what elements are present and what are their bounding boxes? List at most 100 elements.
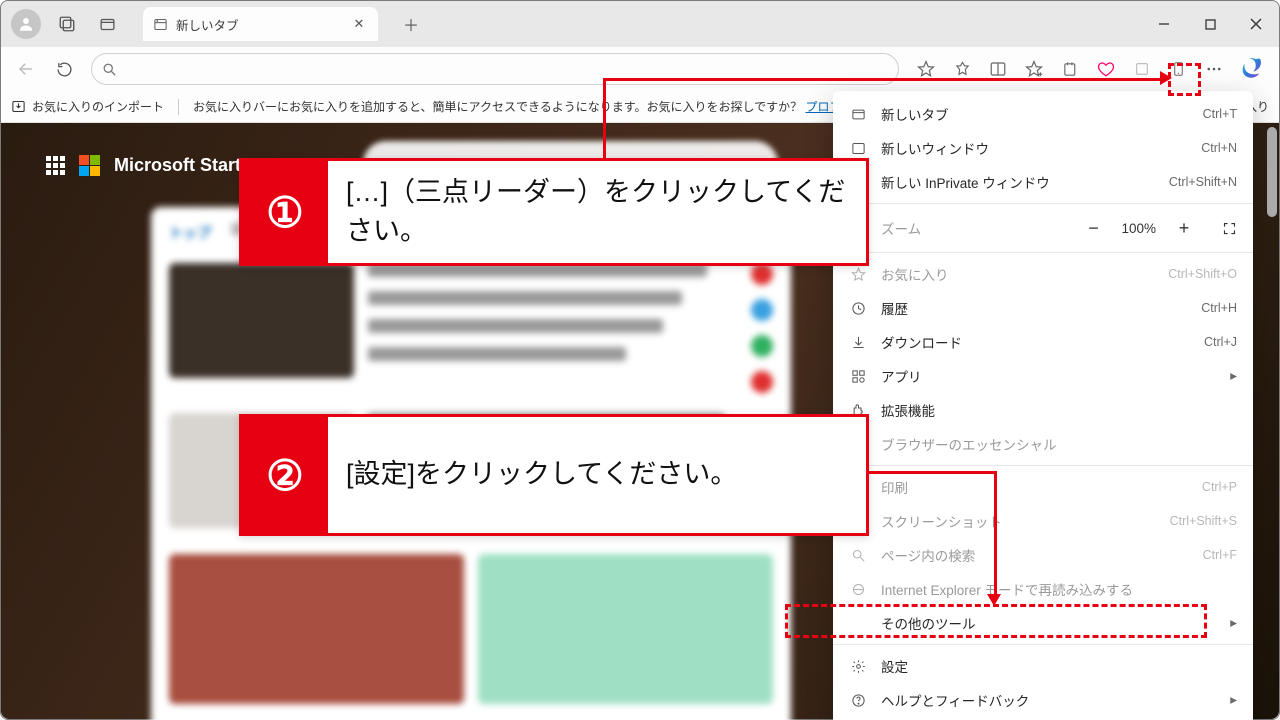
menu-label: 印刷 bbox=[881, 477, 1188, 497]
new-window-icon bbox=[849, 141, 867, 156]
tab-title: 新しいタブ bbox=[176, 15, 342, 34]
title-bar: 新しいタブ ✕ ＋ bbox=[1, 1, 1279, 47]
back-button[interactable] bbox=[9, 52, 43, 86]
fullscreen-button[interactable] bbox=[1222, 221, 1237, 236]
menu-label: Internet Explorer モードで再読み込みする bbox=[881, 579, 1237, 599]
menu-label: ページ内の検索 bbox=[881, 545, 1189, 565]
feed-card[interactable] bbox=[478, 554, 773, 704]
annotation-2: ② [設定]をクリックしてください。 bbox=[239, 414, 869, 536]
menu-shortcut: Ctrl+T bbox=[1203, 107, 1237, 121]
arrow-head-icon bbox=[1160, 71, 1172, 85]
menu-label: ダウンロード bbox=[881, 332, 1190, 352]
menu-print[interactable]: 印刷 Ctrl+P bbox=[833, 470, 1253, 504]
maximize-button[interactable] bbox=[1187, 1, 1233, 47]
menu-label: ズーム bbox=[881, 218, 1069, 238]
microsoft-start-header: Microsoft Start bbox=[46, 145, 241, 185]
submenu-arrow-icon: ▸ bbox=[1230, 692, 1237, 708]
menu-screenshot[interactable]: スクリーンショット Ctrl+Shift+S bbox=[833, 504, 1253, 538]
menu-shortcut: Ctrl+F bbox=[1203, 548, 1237, 562]
menu-shortcut: Ctrl+H bbox=[1201, 301, 1237, 315]
close-window-button[interactable] bbox=[1233, 1, 1279, 47]
annotation-badge: ① bbox=[242, 161, 328, 263]
browser-tab[interactable]: 新しいタブ ✕ bbox=[143, 7, 378, 41]
help-icon bbox=[849, 693, 867, 708]
search-icon bbox=[102, 62, 117, 77]
app-launcher-icon[interactable] bbox=[46, 156, 65, 175]
feed-row bbox=[169, 263, 773, 393]
menu-inprivate[interactable]: 新しい InPrivate ウィンドウ Ctrl+Shift+N bbox=[833, 165, 1253, 199]
history-icon bbox=[849, 301, 867, 316]
menu-apps[interactable]: アプリ ▸ bbox=[833, 359, 1253, 393]
gear-icon bbox=[849, 659, 867, 674]
submenu-arrow-icon: ▸ bbox=[1230, 368, 1237, 384]
annotation-text: [設定]をクリックしてください。 bbox=[328, 417, 866, 533]
menu-label: ブラウザーのエッセンシャル bbox=[881, 434, 1237, 454]
menu-label: ヘルプとフィードバック bbox=[881, 690, 1216, 710]
scrollbar-thumb[interactable] bbox=[1267, 127, 1277, 217]
menu-label: スクリーンショット bbox=[881, 511, 1156, 531]
star-icon bbox=[849, 267, 867, 282]
ie-icon bbox=[849, 582, 867, 597]
annotation-connector bbox=[603, 78, 1166, 81]
import-icon bbox=[11, 99, 26, 114]
download-icon bbox=[849, 335, 867, 350]
zoom-out-button[interactable]: − bbox=[1083, 218, 1103, 239]
menu-label: 新しいタブ bbox=[881, 104, 1189, 124]
separator bbox=[178, 99, 179, 115]
annotation-connector bbox=[869, 471, 997, 474]
profile-avatar[interactable] bbox=[11, 9, 41, 39]
refresh-button[interactable] bbox=[47, 52, 81, 86]
menu-downloads[interactable]: ダウンロード Ctrl+J bbox=[833, 325, 1253, 359]
menu-label: 拡張機能 bbox=[881, 400, 1237, 420]
menu-settings[interactable]: 設定 bbox=[833, 649, 1253, 683]
submenu-arrow-icon: ▸ bbox=[1230, 615, 1237, 631]
newtab-page-icon bbox=[153, 17, 168, 32]
callout-box-more-button bbox=[1168, 63, 1201, 96]
menu-label: 履歴 bbox=[881, 298, 1187, 318]
tab-actions-icon[interactable] bbox=[93, 10, 121, 38]
menu-essentials[interactable]: ブラウザーのエッセンシャル bbox=[833, 427, 1253, 461]
apps-icon bbox=[849, 369, 867, 384]
window-controls bbox=[1141, 1, 1279, 47]
import-favorites-button[interactable]: お気に入りのインポート bbox=[11, 98, 164, 115]
menu-history[interactable]: 履歴 Ctrl+H bbox=[833, 291, 1253, 325]
find-icon bbox=[849, 548, 867, 563]
menu-shortcut: Ctrl+N bbox=[1201, 141, 1237, 155]
vertical-scrollbar[interactable] bbox=[1265, 127, 1277, 715]
annotation-badge: ② bbox=[242, 417, 328, 533]
menu-new-tab[interactable]: 新しいタブ Ctrl+T bbox=[833, 97, 1253, 131]
copilot-button[interactable] bbox=[1237, 52, 1271, 86]
menu-new-window[interactable]: 新しいウィンドウ Ctrl+N bbox=[833, 131, 1253, 165]
menu-favorites[interactable]: お気に入り Ctrl+Shift+O bbox=[833, 257, 1253, 291]
menu-find[interactable]: ページ内の検索 Ctrl+F bbox=[833, 538, 1253, 572]
new-tab-button[interactable]: ＋ bbox=[396, 9, 426, 39]
favorites-hint-text: お気に入りバーにお気に入りを追加すると、簡単にアクセスできるようになります。お気… bbox=[193, 100, 805, 114]
menu-label: 新しい InPrivate ウィンドウ bbox=[881, 172, 1155, 192]
feed-card[interactable] bbox=[169, 554, 464, 704]
workspaces-icon[interactable] bbox=[53, 10, 81, 38]
annotation-connector bbox=[603, 78, 606, 163]
menu-help[interactable]: ヘルプとフィードバック ▸ bbox=[833, 683, 1253, 717]
callout-box-settings bbox=[785, 604, 1207, 638]
favorites-hint: お気に入りバーにお気に入りを追加すると、簡単にアクセスできるようになります。お気… bbox=[193, 98, 901, 115]
menu-shortcut: Ctrl+Shift+S bbox=[1170, 514, 1237, 528]
new-tab-icon bbox=[849, 107, 867, 122]
menu-ie-mode[interactable]: Internet Explorer モードで再読み込みする bbox=[833, 572, 1253, 606]
menu-extensions[interactable]: 拡張機能 bbox=[833, 393, 1253, 427]
menu-label: お気に入り bbox=[881, 264, 1154, 284]
feed-thumbnail[interactable] bbox=[169, 263, 354, 378]
menu-label: 新しいウィンドウ bbox=[881, 138, 1187, 158]
toolbar bbox=[1, 47, 1279, 91]
tab-close-button[interactable]: ✕ bbox=[350, 15, 368, 33]
menu-shortcut: Ctrl+Shift+N bbox=[1169, 175, 1237, 189]
minimize-button[interactable] bbox=[1141, 1, 1187, 47]
menu-shortcut: Ctrl+Shift+O bbox=[1168, 267, 1237, 281]
microsoft-start-label: Microsoft Start bbox=[114, 155, 241, 176]
zoom-in-button[interactable]: + bbox=[1174, 218, 1194, 239]
settings-more-button[interactable] bbox=[1197, 52, 1231, 86]
annotation-text: […]（三点リーダー）をクリックしてください。 bbox=[328, 161, 866, 263]
feed-tab-top[interactable]: トップ bbox=[169, 223, 211, 243]
menu-label: 設定 bbox=[881, 656, 1237, 676]
menu-label: アプリ bbox=[881, 366, 1216, 386]
microsoft-logo-icon bbox=[79, 155, 100, 176]
